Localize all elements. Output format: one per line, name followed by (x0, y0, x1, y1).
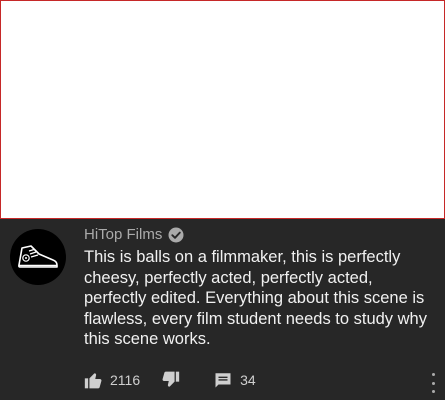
comment-header: HiTop Films (84, 226, 184, 243)
like-button[interactable]: 2116 (84, 370, 140, 390)
dot (431, 381, 435, 385)
thumbs-down-icon (162, 371, 180, 387)
like-count: 2116 (110, 372, 141, 388)
comment-actions: 2116 34 (84, 370, 256, 390)
more-options-icon[interactable] (429, 373, 437, 393)
dislike-button[interactable] (160, 370, 180, 390)
reply-count: 34 (240, 372, 256, 388)
author-name[interactable]: HiTop Films (84, 226, 162, 243)
video-frame-placeholder (0, 0, 445, 219)
reply-button[interactable]: 34 (214, 371, 256, 389)
comment-text: This is balls on a filmmaker, this is pe… (84, 248, 427, 348)
verified-checkmark-icon (168, 227, 184, 242)
comment-icon (215, 373, 231, 388)
dot (431, 390, 435, 393)
thumbs-up-icon (84, 373, 102, 389)
sneaker-logo-icon (18, 245, 58, 268)
avatar[interactable] (10, 229, 66, 285)
comment-card: HiTop Films This is balls on a filmmaker… (0, 219, 445, 400)
dot (431, 373, 435, 376)
